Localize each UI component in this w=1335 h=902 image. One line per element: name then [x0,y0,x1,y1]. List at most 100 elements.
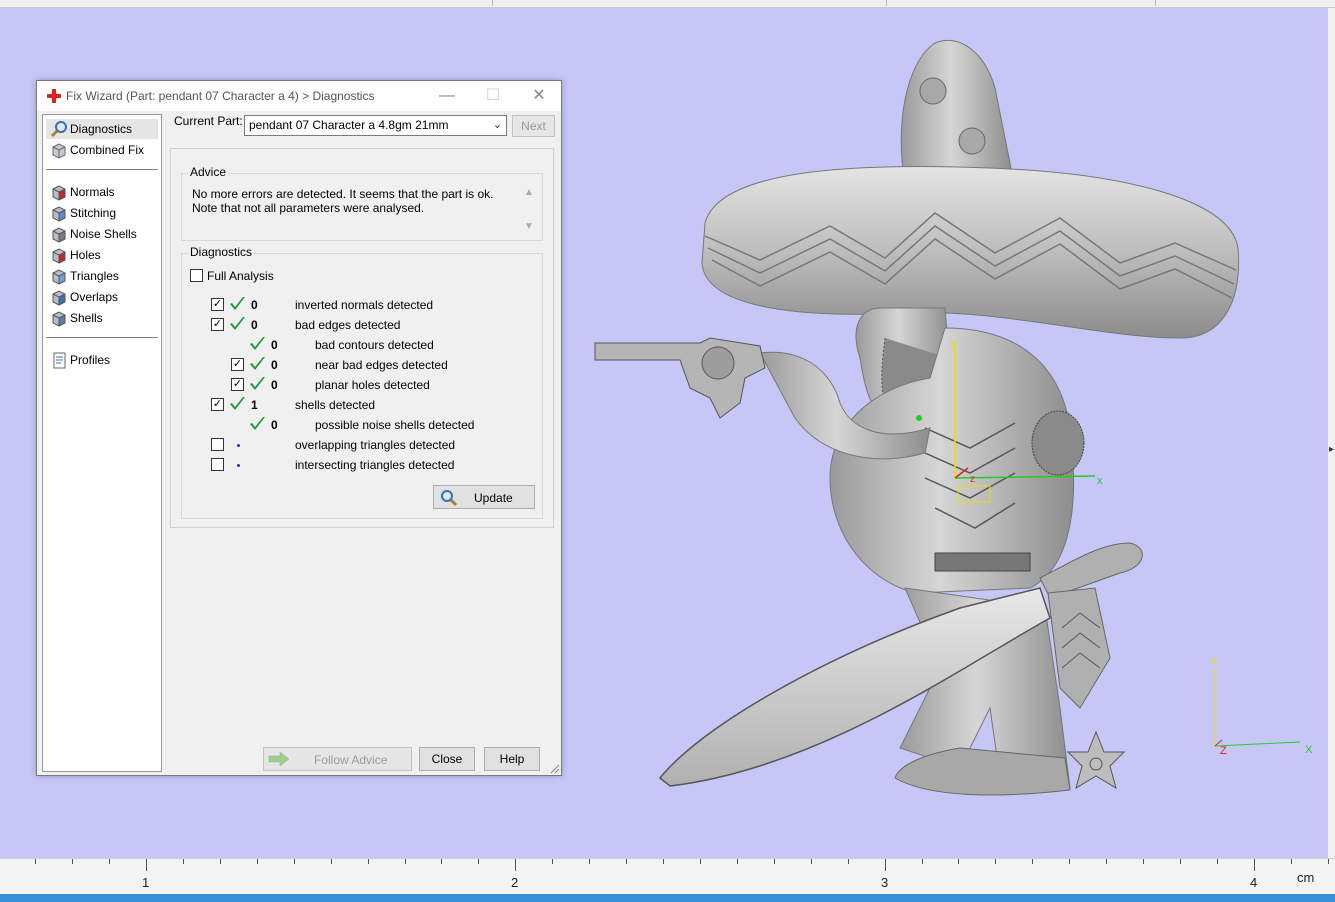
sidebar-item-noise-shells[interactable]: Noise Shells [46,224,158,244]
ruler-label: 1 [142,875,150,890]
sidebar-item-combined-fix[interactable]: Combined Fix [46,140,158,160]
diagnostic-checkbox[interactable]: ✓ [231,378,244,391]
diagnostic-label: intersecting triangles detected [295,458,455,472]
current-part-select[interactable]: pendant 07 Character a 4.8gm 21mm ⌄ [244,115,507,136]
ruler-label: 2 [511,875,519,890]
sidebar-item-label: Triangles [70,269,119,283]
diagnostic-checkbox[interactable]: ✓ [231,358,244,371]
diagnostic-label: bad edges detected [295,318,401,332]
scroll-down-arrow-icon[interactable]: ▼ [522,220,536,234]
magnifier-icon [50,121,67,138]
sidebar-item-overlaps[interactable]: Overlaps [46,287,158,307]
green-check-icon [230,397,245,410]
combined-fix-icon [52,143,66,159]
resize-grip-icon[interactable] [548,762,560,774]
advice-text: No more errors are detected. It seems th… [192,187,494,215]
sidebar-item-holes[interactable]: Holes [46,245,158,265]
ruler-tick [1254,859,1255,871]
magnifier-icon [441,490,458,507]
main-axis-z-label: z [970,474,975,485]
update-button[interactable]: Update [433,485,535,509]
diagnostic-label: bad contours detected [315,338,434,352]
ruler-tick [368,859,369,864]
overlaps-cube-icon [52,290,66,306]
ruler-tick [552,859,553,864]
sidebar-item-normals[interactable]: Normals [46,182,158,202]
sidebar-item-label: Holes [70,248,101,262]
ruler-tick [35,859,36,864]
ruler-tick [1180,859,1181,864]
main-panel: Advice No more errors are detected. It s… [170,148,554,528]
ruler-tick [72,859,73,864]
green-check-icon [250,377,265,390]
full-analysis-checkbox[interactable] [190,269,203,282]
sidebar-item-label: Combined Fix [70,143,145,157]
ruler-tick [294,859,295,864]
diagnostic-count: 0 [271,378,278,392]
current-part-label: Current Part: [174,114,243,128]
ruler-tick [737,859,738,864]
diagnostic-checkbox[interactable]: ✓ [211,298,224,311]
sidebar-item-label: Profiles [70,353,111,367]
ruler-tick [958,859,959,864]
ruler-tick [1328,859,1329,864]
sidebar-item-shells[interactable]: Shells [46,308,158,328]
noise-shells-cube-icon [52,227,66,243]
diagnostic-label: overlapping triangles detected [295,438,456,452]
diagnostics-group: Diagnostics Full Analysis ✓ 0 inverted norm… [181,245,543,519]
holes-cube-icon [52,248,66,264]
ruler-tick [1032,859,1033,864]
diagnostics-title: Diagnostics [188,245,255,259]
ruler-tick [405,859,406,864]
status-bar [0,894,1335,902]
ruler-tick [1106,859,1107,864]
ruler-tick [331,859,332,864]
diagnostic-checkbox[interactable]: ✓ [211,398,224,411]
ruler-tick [922,859,923,864]
ruler-tick [1217,859,1218,864]
close-button[interactable]: Close [419,747,475,771]
diagnostic-checkbox[interactable] [211,438,224,451]
ruler-tick [1069,859,1070,864]
ruler-tick [441,859,442,864]
ruler-tick [1291,859,1292,864]
close-window-button[interactable]: ✕ [516,81,562,111]
sidebar-item-profiles[interactable]: Profiles [46,350,158,370]
sidebar-item-label: Overlaps [70,290,119,304]
minimize-button[interactable]: — [424,81,470,111]
ruler-tick [183,859,184,864]
main-axis-y-label: y [951,337,957,349]
sidebar-item-triangles[interactable]: Triangles [46,266,158,286]
follow-advice-label: Follow Advice [314,753,388,767]
advice-title: Advice [188,165,229,179]
sidebar-item-label: Shells [70,311,103,325]
scroll-up-arrow-icon[interactable]: ▲ [522,186,536,200]
ruler-tick [885,859,886,871]
advice-scrollbar[interactable]: ▲ ▼ [522,186,536,234]
advice-group: Advice No more errors are detected. It s… [181,165,543,241]
maximize-button[interactable]: ☐ [470,81,516,111]
diagnostic-checkbox[interactable]: ✓ [211,318,224,331]
chevron-down-icon: ⌄ [492,119,502,131]
follow-advice-button[interactable]: Follow Advice [263,747,412,771]
ruler-tick [774,859,775,864]
red-cross-icon [47,89,61,103]
diagnostic-count: 1 [251,398,258,412]
ruler-tick [663,859,664,864]
triangles-cube-icon [52,269,66,285]
diagnostic-checkbox[interactable] [211,458,224,471]
sidebar-item-stitching[interactable]: Stitching [46,203,158,223]
ruler-tick [109,859,110,864]
dialog-titlebar[interactable]: Fix Wizard (Part: pendant 07 Character a… [37,81,561,111]
corner-axis-y-label: Y [1210,656,1218,668]
hat-crown [900,39,1013,184]
sidebar-item-diagnostics[interactable]: Diagnostics [46,119,158,139]
diagnostic-label: shells detected [295,398,376,412]
ruler-tick [700,859,701,864]
next-button[interactable]: Next [512,115,555,137]
sidebar-separator [46,169,158,170]
panel-expand-arrow-icon[interactable]: ▸ [1328,440,1335,460]
help-button[interactable]: Help [484,747,540,771]
ruler-label: 3 [881,875,889,890]
green-check-icon [230,317,245,330]
